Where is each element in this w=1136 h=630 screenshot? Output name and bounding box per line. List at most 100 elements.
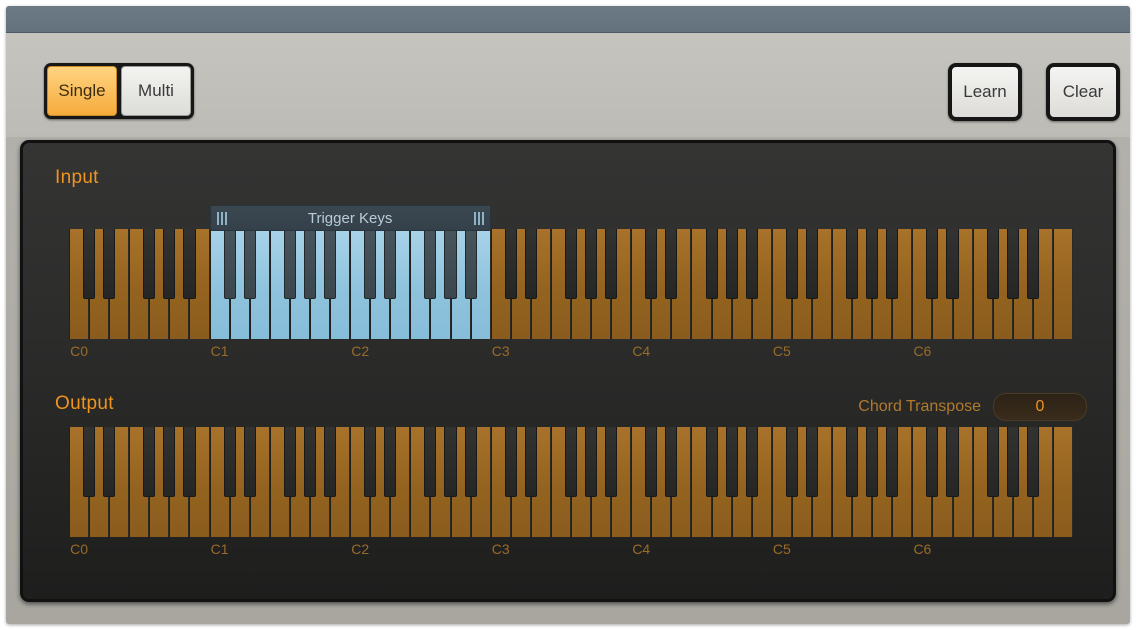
piano-black-key[interactable] <box>886 229 899 300</box>
piano-black-key[interactable] <box>1026 427 1039 498</box>
piano-black-key[interactable] <box>324 427 337 498</box>
piano-black-key[interactable] <box>886 427 899 498</box>
piano-black-key[interactable] <box>725 229 738 300</box>
octave-label: C1 <box>210 343 229 359</box>
trigger-range-left-handle-icon[interactable] <box>216 211 227 225</box>
piano-black-key[interactable] <box>805 229 818 300</box>
octave-label: C1 <box>210 541 229 557</box>
piano-black-key[interactable] <box>444 229 457 300</box>
piano-black-key[interactable] <box>705 229 718 300</box>
piano-black-key[interactable] <box>645 229 658 300</box>
input-keyboard[interactable] <box>69 229 1073 339</box>
piano-black-key[interactable] <box>605 229 618 300</box>
piano-black-key[interactable] <box>946 427 959 498</box>
piano-black-key[interactable] <box>524 229 537 300</box>
octave-label: C3 <box>491 541 510 557</box>
piano-black-key[interactable] <box>866 229 879 300</box>
piano-black-key[interactable] <box>504 427 517 498</box>
piano-black-key[interactable] <box>183 229 196 300</box>
piano-black-key[interactable] <box>564 229 578 300</box>
piano-black-key[interactable] <box>846 427 859 498</box>
piano-black-key[interactable] <box>83 427 96 498</box>
piano-black-key[interactable] <box>785 427 798 498</box>
piano-black-key[interactable] <box>324 229 337 300</box>
input-section-label: Input <box>55 167 99 188</box>
mode-button-single-label: Single <box>58 81 106 100</box>
output-keyboard[interactable] <box>69 427 1073 537</box>
piano-black-key[interactable] <box>223 229 236 300</box>
mode-segmented-control[interactable]: Single Multi <box>44 63 194 119</box>
piano-black-key[interactable] <box>424 427 437 498</box>
trigger-keys-range-bar[interactable]: Trigger Keys <box>209 205 491 231</box>
piano-black-key[interactable] <box>103 229 116 300</box>
piano-black-key[interactable] <box>986 427 999 498</box>
piano-black-key[interactable] <box>665 427 678 498</box>
piano-black-key[interactable] <box>464 427 477 498</box>
piano-black-key[interactable] <box>384 427 397 498</box>
piano-black-key[interactable] <box>946 229 959 300</box>
piano-black-key[interactable] <box>163 427 176 498</box>
octave-label: C4 <box>632 343 651 359</box>
piano-black-key[interactable] <box>926 427 939 498</box>
piano-black-key[interactable] <box>1026 229 1039 300</box>
plugin-window: Single Multi Learn Clear Input Output Ch… <box>0 0 1136 630</box>
piano-black-key[interactable] <box>384 229 397 300</box>
piano-black-key[interactable] <box>444 427 457 498</box>
window-frame: Single Multi Learn Clear Input Output Ch… <box>6 6 1130 624</box>
learn-button-label: Learn <box>963 82 1007 101</box>
piano-black-key[interactable] <box>866 427 879 498</box>
trigger-range-right-handle-icon[interactable] <box>473 211 484 225</box>
piano-black-key[interactable] <box>163 229 176 300</box>
piano-black-key[interactable] <box>986 229 999 300</box>
piano-black-key[interactable] <box>283 427 296 498</box>
clear-button[interactable]: Clear <box>1046 63 1120 121</box>
learn-button[interactable]: Learn <box>948 63 1022 121</box>
piano-black-key[interactable] <box>564 427 578 498</box>
piano-black-key[interactable] <box>585 427 598 498</box>
piano-black-key[interactable] <box>585 229 598 300</box>
piano-black-key[interactable] <box>1006 427 1019 498</box>
chord-transpose-control: Chord Transpose 0 <box>858 393 1087 421</box>
piano-black-key[interactable] <box>926 229 939 300</box>
piano-black-key[interactable] <box>725 427 738 498</box>
piano-black-key[interactable] <box>846 229 859 300</box>
chord-transpose-value[interactable]: 0 <box>993 393 1087 421</box>
piano-white-key[interactable] <box>1052 427 1073 537</box>
toolbar: Single Multi Learn Clear <box>6 33 1130 137</box>
octave-label: C6 <box>913 343 932 359</box>
piano-black-key[interactable] <box>645 427 658 498</box>
mode-button-multi[interactable]: Multi <box>121 66 191 116</box>
piano-black-key[interactable] <box>83 229 96 300</box>
piano-black-key[interactable] <box>1006 229 1019 300</box>
piano-black-key[interactable] <box>785 229 798 300</box>
piano-black-key[interactable] <box>665 229 678 300</box>
piano-black-key[interactable] <box>424 229 437 300</box>
piano-black-key[interactable] <box>364 427 377 498</box>
title-bar <box>6 6 1130 33</box>
piano-black-key[interactable] <box>504 229 517 300</box>
chord-transpose-label: Chord Transpose <box>858 398 981 415</box>
piano-black-key[interactable] <box>705 427 718 498</box>
piano-black-key[interactable] <box>243 427 256 498</box>
piano-black-key[interactable] <box>103 427 116 498</box>
octave-label: C5 <box>772 343 791 359</box>
piano-black-key[interactable] <box>183 427 196 498</box>
piano-black-key[interactable] <box>143 427 156 498</box>
piano-black-key[interactable] <box>805 427 818 498</box>
piano-black-key[interactable] <box>303 427 316 498</box>
piano-white-key[interactable] <box>1052 229 1073 339</box>
piano-black-key[interactable] <box>464 229 477 300</box>
piano-black-key[interactable] <box>605 427 618 498</box>
piano-black-key[interactable] <box>745 427 758 498</box>
octave-label: C2 <box>351 541 370 557</box>
piano-black-key[interactable] <box>364 229 377 300</box>
mode-button-single[interactable]: Single <box>47 66 117 116</box>
piano-black-key[interactable] <box>524 427 537 498</box>
piano-black-key[interactable] <box>143 229 156 300</box>
piano-black-key[interactable] <box>283 229 296 300</box>
piano-black-key[interactable] <box>745 229 758 300</box>
piano-black-key[interactable] <box>303 229 316 300</box>
piano-black-key[interactable] <box>223 427 236 498</box>
octave-label: C4 <box>632 541 651 557</box>
piano-black-key[interactable] <box>243 229 256 300</box>
